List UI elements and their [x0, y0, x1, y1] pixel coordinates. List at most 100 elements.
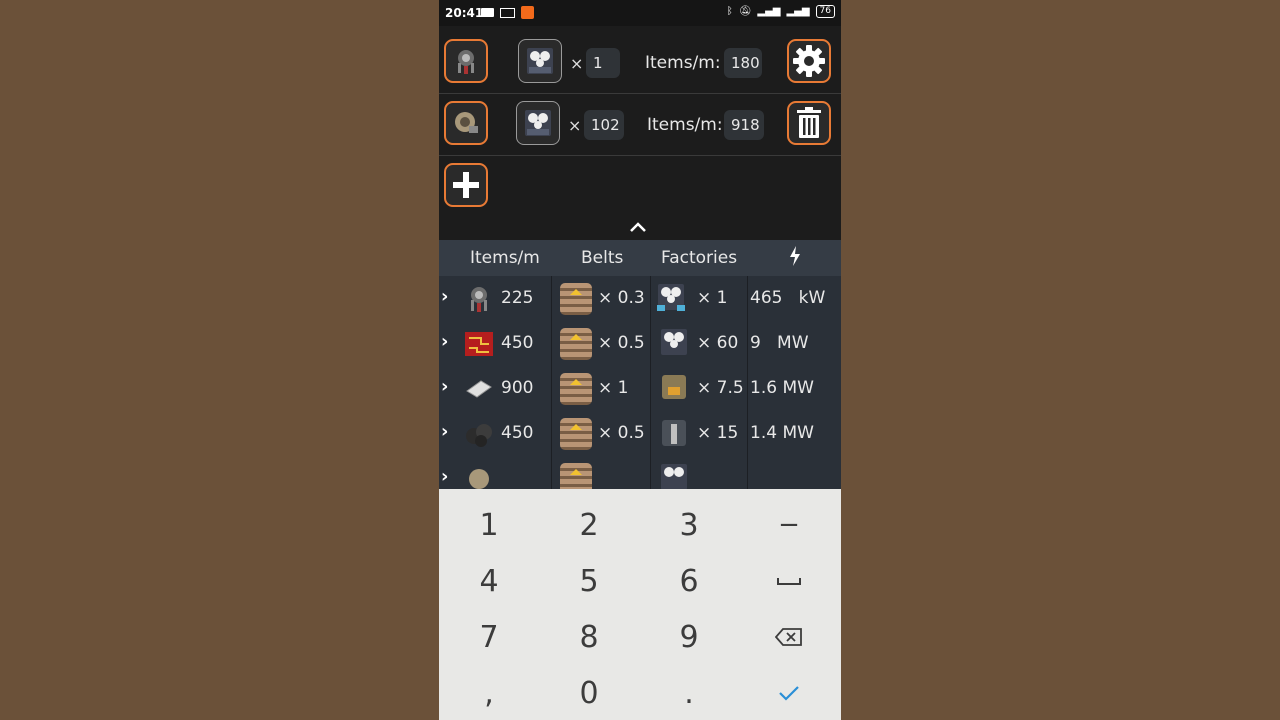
belts-value: × 0.3	[598, 288, 645, 308]
header-belts: Belts	[581, 248, 624, 268]
transport-belt-icon	[560, 283, 592, 315]
steel-plate-icon	[466, 380, 492, 398]
items-per-minute-label: Items/m:	[645, 53, 721, 73]
factories-value: × 1	[697, 288, 728, 308]
bluetooth-icon: ᛒ	[726, 6, 733, 17]
key-confirm[interactable]	[739, 665, 839, 720]
mute-icon: 🔕︎	[738, 6, 752, 17]
furnace-icon	[662, 375, 686, 399]
space-icon	[777, 578, 801, 585]
trash-icon	[797, 107, 821, 138]
key-period[interactable]: .	[639, 665, 739, 720]
table-row[interactable]: › 225 × 0.3 × 1 465 kW	[439, 277, 841, 322]
module-item-icon	[471, 287, 487, 312]
power-value: 465 kW	[750, 288, 826, 308]
status-bar: 20:41 ᛒ 🔕︎ ▂▄▆ ▂▄▆ 76	[439, 0, 841, 26]
product-select-button[interactable]	[444, 101, 488, 145]
backspace-icon	[775, 628, 802, 646]
phone-screen: 20:41 ᛒ 🔕︎ ▂▄▆ ▂▄▆ 76 × 1 Items/m: 180 ×…	[439, 0, 841, 720]
factories-value: × 60	[697, 333, 739, 353]
battery-icon: 76	[815, 5, 835, 18]
gear-icon	[793, 45, 825, 77]
video-record-icon	[481, 8, 494, 17]
key-3[interactable]: 3	[639, 497, 739, 553]
header-items-per-minute: Items/m	[470, 248, 540, 268]
transport-belt-icon	[560, 418, 592, 450]
assembler-icon	[527, 48, 553, 74]
transport-belt-icon	[560, 328, 592, 360]
assembler-icon	[525, 110, 551, 136]
key-0[interactable]: 0	[539, 665, 639, 720]
key-6[interactable]: 6	[639, 553, 739, 609]
config-row: × 1 Items/m: 180	[439, 32, 841, 94]
expand-chevron-icon[interactable]: ›	[441, 376, 448, 397]
row-divider	[439, 155, 841, 156]
items-per-minute-label: Items/m:	[647, 115, 723, 135]
signal-4g-icon: ▂▄▆	[786, 6, 810, 17]
factory-select-button[interactable]	[518, 39, 562, 83]
expand-chevron-icon[interactable]: ›	[441, 331, 448, 352]
expand-chevron-icon[interactable]: ›	[441, 286, 448, 307]
assembler-icon	[657, 284, 685, 311]
key-4[interactable]: 4	[439, 553, 539, 609]
key-9[interactable]: 9	[639, 609, 739, 665]
factories-value: × 7.5	[697, 378, 744, 398]
key-backspace[interactable]	[739, 609, 839, 665]
delete-button[interactable]	[787, 101, 831, 145]
module-item-icon	[458, 50, 474, 74]
power-lightning-icon	[789, 246, 801, 271]
items-per-minute-value: 900	[501, 378, 534, 398]
notification-app-icon	[521, 6, 534, 19]
product-select-button[interactable]	[444, 39, 488, 83]
config-row: × 102 Items/m: 918	[439, 94, 841, 156]
numeric-keypad: 1 2 3 − 4 5 6 7 8 9 , 0 .	[439, 489, 841, 720]
circuit-item-icon	[465, 332, 493, 356]
mining-drill-icon	[662, 420, 686, 446]
table-row[interactable]: › 900 × 1 × 7.5 1.6 MW	[439, 367, 841, 412]
factory-select-button[interactable]	[516, 101, 560, 145]
header-factories: Factories	[661, 248, 738, 268]
expand-chevron-icon[interactable]: ›	[441, 466, 448, 487]
key-2[interactable]: 2	[539, 497, 639, 553]
coal-item-icon	[466, 424, 492, 447]
add-row-button[interactable]	[444, 163, 488, 207]
factory-count-input[interactable]: 1	[586, 48, 620, 78]
key-8[interactable]: 8	[539, 609, 639, 665]
key-7[interactable]: 7	[439, 609, 539, 665]
production-config: × 1 Items/m: 180 × 102 Items/m: 918	[439, 26, 841, 240]
expand-chevron-icon[interactable]: ›	[441, 421, 448, 442]
multiply-sign: ×	[570, 54, 584, 73]
items-per-minute-input[interactable]: 180	[724, 48, 762, 78]
results-table: Items/m Belts Factories › 225 × 0.3 × 1	[439, 240, 841, 495]
plus-icon	[453, 172, 479, 198]
items-per-minute-value: 225	[501, 288, 534, 308]
key-space[interactable]	[739, 553, 839, 609]
signal-icon: ▂▄▆	[757, 6, 781, 17]
items-per-minute-value: 450	[501, 423, 534, 443]
key-1[interactable]: 1	[439, 497, 539, 553]
belts-value: × 0.5	[598, 333, 645, 353]
table-header: Items/m Belts Factories	[439, 240, 841, 276]
checkmark-icon	[779, 686, 799, 701]
keyboard-icon	[500, 7, 515, 18]
table-row[interactable]: › 450 × 0.5 × 15 1.4 MW	[439, 412, 841, 457]
power-value: 1.6 MW	[750, 378, 814, 398]
settings-button[interactable]	[787, 39, 831, 83]
assembler-icon	[661, 329, 687, 355]
items-per-minute-value: 918	[731, 116, 760, 134]
items-per-minute-input[interactable]: 918	[724, 110, 764, 140]
power-value: 9 MW	[750, 333, 809, 353]
engine-item-icon	[455, 112, 478, 133]
key-comma[interactable]: ,	[439, 665, 539, 720]
collapse-chevron-up-icon[interactable]	[629, 218, 647, 237]
status-time: 20:41	[445, 6, 484, 20]
factory-count-input[interactable]: 102	[584, 110, 624, 140]
key-minus[interactable]: −	[739, 497, 839, 553]
transport-belt-icon	[560, 373, 592, 405]
factories-value: × 15	[697, 423, 739, 443]
items-per-minute-value: 450	[501, 333, 534, 353]
belts-value: × 1	[598, 378, 629, 398]
key-5[interactable]: 5	[539, 553, 639, 609]
table-row[interactable]: › 450 × 0.5 × 60 9 MW	[439, 322, 841, 367]
power-value: 1.4 MW	[750, 423, 814, 443]
